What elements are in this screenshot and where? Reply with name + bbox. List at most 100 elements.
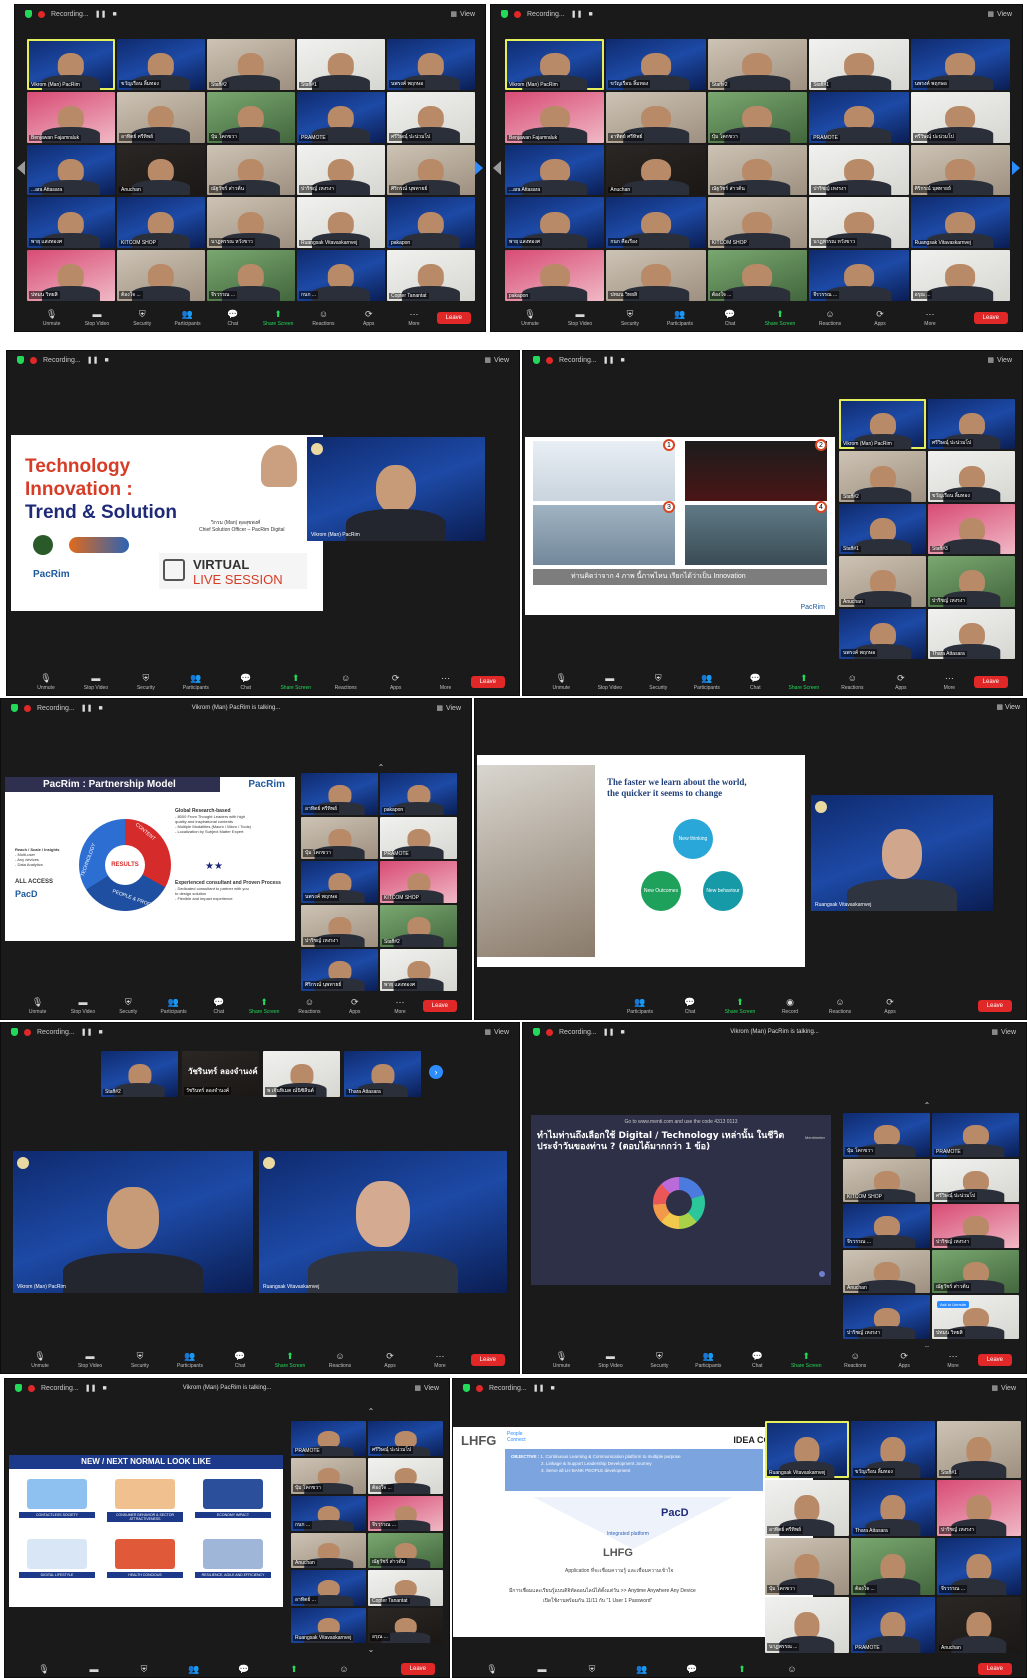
chat-button[interactable]: 💬 Chat xyxy=(210,309,255,327)
security-button[interactable]: ⛨ Security xyxy=(635,1351,684,1369)
leave-button[interactable]: Leave xyxy=(977,1663,1012,1675)
participant-tile[interactable]: ปุ๋ม โคกขวา xyxy=(207,91,295,143)
apps-button[interactable]: ⟳ Apps xyxy=(332,997,377,1015)
chat-button[interactable]: 💬 Chat xyxy=(221,673,271,691)
participant-tile[interactable]: Staff#2 xyxy=(839,451,926,502)
participant-tile[interactable]: ณัฐวัชร์ ส่าวต้น xyxy=(368,1532,443,1569)
reactions-button[interactable]: ☺ Reactions xyxy=(287,997,332,1015)
participant-tile[interactable]: ศรีวิษณุ์ ปะน่วมโป xyxy=(910,91,1010,143)
leave-button[interactable]: Leave xyxy=(400,1663,435,1675)
participant-tile[interactable]: ณัฐวัชร์ ส่าวต้น xyxy=(707,144,808,196)
participant-tile[interactable]: นพรงค์ พฤกษอ xyxy=(387,39,475,90)
participant-tile[interactable]: นาฏพรรณ หวังขาว xyxy=(207,197,295,249)
participant-tile[interactable]: PRAMOTE xyxy=(291,1421,366,1457)
view-button[interactable]: ▦ View xyxy=(436,704,461,713)
participant-tile[interactable]: Vikrom (Man) PacRim xyxy=(839,399,926,450)
leave-button[interactable]: Leave xyxy=(422,1000,458,1012)
reactions-button[interactable]: ☺ Reactions xyxy=(301,309,346,327)
more-button[interactable]: ⋯ More xyxy=(377,997,422,1015)
participant-tile[interactable]: Anuchan xyxy=(843,1249,930,1294)
participant-tile[interactable]: ศรีวิษณุ์ ปะน่วมโป xyxy=(932,1158,1019,1203)
participant-tile[interactable]: ปุ๋ม โคกขวา xyxy=(707,91,808,143)
chat-button[interactable]: 💬 Chat xyxy=(665,997,715,1015)
reactions-button[interactable]: ☺ Reactions xyxy=(321,673,371,691)
leave-button[interactable]: Leave xyxy=(977,1000,1012,1012)
security-button[interactable]: ⛨ Security xyxy=(634,673,683,691)
participants-button[interactable]: 👥 Participants xyxy=(683,673,732,691)
participant-tile[interactable]: กนก ... xyxy=(291,1495,366,1531)
participant-tile[interactable]: ปุ๋ม โคกขวา xyxy=(301,817,378,859)
participants-button[interactable]: 👥 Participants xyxy=(171,673,221,691)
leave-button[interactable]: Leave xyxy=(973,312,1008,324)
participant-tile[interactable]: ...ara Attasara xyxy=(505,144,605,196)
scroll-up-icon[interactable]: ⌃ xyxy=(378,763,385,772)
more-button[interactable]: ⋯ More xyxy=(415,1351,465,1369)
more-button[interactable]: ⋯ More xyxy=(905,309,955,327)
participant-tile[interactable]: ปาริชญ์ เหงรงา xyxy=(932,1204,1019,1248)
chat-button[interactable]: 💬 Chat xyxy=(733,1351,782,1369)
participant-tile[interactable]: Staff#2 xyxy=(101,1051,178,1097)
participant-tile[interactable]: Anuchan xyxy=(117,144,205,196)
pause-icon[interactable]: ❚❚ xyxy=(81,704,93,712)
participant-tile[interactable]: Benjawan Fajamraluk xyxy=(505,91,605,143)
participant-tile[interactable]: ต้องใจ ... xyxy=(117,250,205,301)
pause-icon[interactable]: ❚❚ xyxy=(85,1384,97,1392)
security-button[interactable]: ⛨ Security xyxy=(115,1351,165,1369)
chat-button[interactable]: 💬 xyxy=(219,1664,269,1674)
stop-icon[interactable]: ■ xyxy=(98,1029,102,1036)
security-button[interactable]: ⛨ Security xyxy=(120,309,165,327)
participant-tile[interactable]: ศรีวิษณุ์ ปะน่วมโป xyxy=(387,91,475,143)
participant-tile[interactable]: ขวัญเรือน ลิ้มทอง xyxy=(928,451,1015,502)
participant-tile[interactable]: Anuchan xyxy=(606,144,706,196)
participant-tile[interactable]: Staff#1 xyxy=(809,39,909,90)
participant-tile[interactable]: นพรงค์ พฤกษอ xyxy=(910,39,1010,90)
participant-tile[interactable]: ศิริกรณ์ นุพทายย์ xyxy=(910,144,1010,196)
participant-tile[interactable]: KITCOM SHOP xyxy=(380,861,457,903)
view-button[interactable]: ▦ View xyxy=(991,1028,1016,1037)
unmute-button[interactable]: 🎙 Unmute xyxy=(29,309,74,327)
pause-icon[interactable]: ❚❚ xyxy=(603,1028,615,1036)
participant-tile[interactable]: ณัฐวัชร์ ส่าวต้น xyxy=(932,1249,1019,1294)
participant-tile[interactable]: Staff#3 xyxy=(928,503,1015,555)
participant-tile[interactable]: Ruangsak Vitavaskarnvej xyxy=(297,197,385,249)
participant-tile[interactable]: ปุ๋ม โคกขวา xyxy=(765,1538,849,1595)
record-button[interactable]: ◉ Record xyxy=(765,997,815,1015)
participant-tile[interactable]: PRAMOTE xyxy=(851,1596,935,1653)
participant-tile[interactable]: ปาริชญ์ เหงรงา xyxy=(937,1479,1021,1536)
security-button[interactable]: ⛨ Security xyxy=(121,673,171,691)
pause-icon[interactable]: ❚❚ xyxy=(95,10,107,18)
participant-tile[interactable]: Ruangsak Vitavaskarnvej xyxy=(765,1421,849,1478)
view-button[interactable]: ▦ View xyxy=(987,10,1012,19)
participant-tile[interactable]: Ruangsak Vitavaskarnvej xyxy=(910,197,1010,249)
chat-button[interactable]: 💬 Chat xyxy=(731,673,780,691)
pause-icon[interactable]: ❚❚ xyxy=(533,1384,545,1392)
participant-tile[interactable]: KITCOM SHOP xyxy=(707,197,808,249)
stop-icon[interactable]: ■ xyxy=(104,357,108,364)
participant-tile[interactable]: อรุณ ... xyxy=(368,1607,443,1643)
participants-button[interactable]: 👥 Participants xyxy=(151,997,196,1015)
participant-tile[interactable]: พายุ แสงทองศ xyxy=(380,949,457,991)
stop-video-button[interactable]: ▬ Stop Video xyxy=(71,673,121,691)
pause-icon[interactable]: ❚❚ xyxy=(571,10,583,18)
participant-tile[interactable]: ต้องใจ ... xyxy=(707,250,808,301)
stop-icon[interactable]: ■ xyxy=(550,1385,554,1392)
participant-tile[interactable]: จีรวรรณ ... xyxy=(368,1495,443,1531)
chat-button[interactable]: 💬 xyxy=(667,1664,717,1674)
participant-tile[interactable]: Vikrom (Man) PacRim xyxy=(27,39,115,90)
participants-button[interactable]: 👥 Participants xyxy=(165,309,210,327)
participant-tile[interactable]: ปาริชญ์ เหงรงา xyxy=(301,905,378,947)
more-button[interactable]: ⋯ More xyxy=(929,1351,978,1369)
view-button[interactable]: ▦ View xyxy=(484,356,509,365)
stop-video-button[interactable]: ▬ Stop Video xyxy=(65,1351,115,1369)
more-button[interactable]: ⋯ More xyxy=(925,673,974,691)
share-screen-button[interactable]: ⬆ Share Screen xyxy=(782,1351,831,1369)
share-screen-button[interactable]: ⬆ Share Screen xyxy=(780,673,829,691)
participants-button[interactable]: 👥 Participants xyxy=(684,1351,733,1369)
reactions-button[interactable]: ☺ xyxy=(319,1664,369,1674)
stop-icon[interactable]: ■ xyxy=(98,705,102,712)
participant-tile[interactable]: Staff#1 xyxy=(937,1421,1021,1478)
view-button[interactable]: ▦ View xyxy=(484,1028,509,1037)
security-button[interactable]: ⛨ Security xyxy=(605,309,655,327)
participants-button[interactable]: 👥 xyxy=(169,1664,219,1674)
stop-video-button[interactable]: ▬ Stop Video xyxy=(74,309,119,327)
